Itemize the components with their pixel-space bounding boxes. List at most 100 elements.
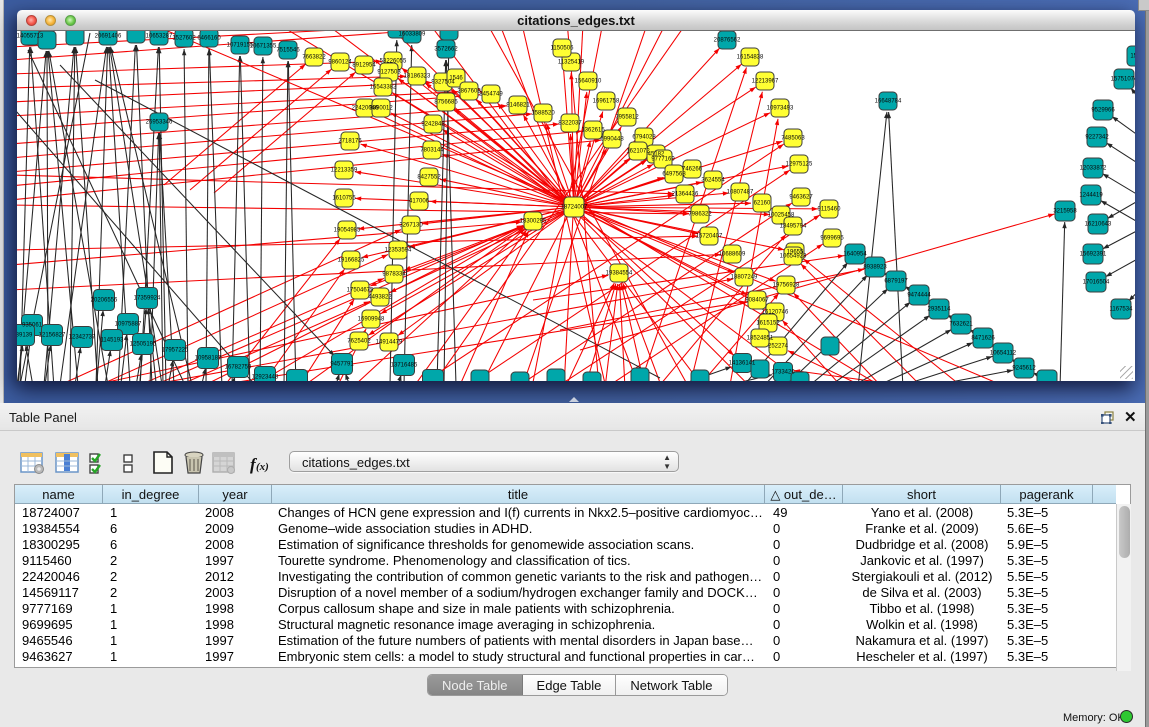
svg-text:10025458: 10025458: [768, 213, 795, 219]
svg-text:4493822: 4493822: [368, 295, 392, 301]
svg-text:1546: 1546: [449, 76, 463, 82]
svg-text:14914479: 14914479: [376, 340, 403, 346]
svg-text:9529966: 9529966: [1091, 108, 1115, 114]
svg-text:3215958: 3215958: [1053, 209, 1077, 215]
svg-text:7803144: 7803144: [420, 148, 444, 154]
svg-text:8454749: 8454749: [479, 92, 503, 98]
svg-text:1733426: 1733426: [771, 370, 795, 376]
svg-text:11325419: 11325419: [558, 60, 585, 66]
svg-text:15720407: 15720407: [696, 234, 723, 240]
svg-text:9457791: 9457791: [330, 362, 354, 368]
svg-text:2867608: 2867608: [457, 89, 481, 95]
svg-text:9115460: 9115460: [818, 207, 842, 213]
svg-text:17957225: 17957225: [162, 348, 189, 354]
svg-text:6990448: 6990448: [600, 137, 624, 143]
svg-text:21364436: 21364436: [672, 192, 699, 198]
svg-text:9127503: 9127503: [377, 70, 401, 76]
svg-text:10654112: 10654112: [990, 351, 1017, 357]
svg-text:1150506: 1150506: [551, 46, 575, 52]
svg-text:10807487: 10807487: [727, 190, 754, 196]
svg-text:8427552: 8427552: [417, 175, 441, 181]
svg-text:7625402: 7625402: [347, 339, 371, 345]
svg-text:10973493: 10973493: [767, 106, 794, 112]
svg-text:16120746: 16120746: [762, 310, 789, 316]
svg-text:1588520: 1588520: [531, 111, 555, 117]
svg-text:15640910: 15640910: [575, 79, 602, 85]
svg-text:3572662: 3572662: [434, 47, 458, 53]
svg-text:746266: 746266: [682, 167, 703, 173]
svg-text:935061: 935061: [22, 323, 43, 329]
svg-text:9860124: 9860124: [328, 60, 352, 66]
svg-text:10654923: 10654923: [780, 254, 807, 260]
svg-text:18186323: 18186323: [404, 74, 431, 80]
svg-text:1615152: 1615152: [756, 321, 780, 327]
svg-text:9699695: 9699695: [820, 236, 844, 242]
svg-text:6794028: 6794028: [632, 135, 656, 141]
svg-text:12156827: 12156827: [39, 333, 66, 339]
svg-text:18524851: 18524851: [747, 336, 774, 342]
svg-text:1362615: 1362615: [581, 128, 605, 134]
svg-text:20691406: 20691406: [95, 34, 122, 40]
svg-text:62160: 62160: [754, 201, 771, 207]
svg-text:26953346: 26953346: [146, 120, 173, 126]
svg-text:8471626: 8471626: [971, 336, 995, 342]
svg-text:20206556: 20206556: [91, 298, 118, 304]
svg-text:14136141: 14136141: [729, 361, 756, 367]
svg-text:14055713: 14055713: [17, 34, 44, 40]
svg-text:1145193: 1145193: [101, 338, 125, 344]
svg-text:252274: 252274: [768, 344, 789, 350]
svg-text:8938923: 8938923: [863, 265, 887, 271]
svg-text:19166825: 19166825: [338, 258, 365, 264]
svg-text:16782759: 16782759: [225, 365, 252, 371]
svg-text:16154838: 16154838: [737, 55, 764, 61]
svg-text:3267130: 3267130: [399, 223, 423, 229]
svg-text:2718176: 2718176: [338, 139, 362, 145]
svg-text:16210643: 16210643: [1085, 222, 1112, 228]
svg-text:17504675: 17504675: [347, 288, 374, 294]
svg-text:8756685: 8756685: [434, 100, 458, 106]
svg-text:13716485: 13716485: [391, 363, 418, 369]
svg-text:10653287: 10653287: [146, 34, 173, 40]
svg-text:16648784: 16648784: [875, 99, 902, 105]
svg-text:20876562: 20876562: [714, 38, 741, 44]
svg-text:12353594: 12353594: [385, 248, 412, 254]
svg-text:19054985: 19054985: [334, 228, 361, 234]
svg-text:18807249: 18807249: [731, 275, 758, 281]
svg-text:6466160: 6466160: [197, 36, 221, 42]
svg-text:9146821: 9146821: [506, 103, 530, 109]
svg-text:12342737: 12342737: [69, 335, 96, 341]
svg-text:9227342: 9227342: [1085, 135, 1109, 141]
svg-text:7955812: 7955812: [615, 115, 639, 121]
svg-text:1527602: 1527602: [172, 36, 196, 42]
svg-text:10671355: 10671355: [250, 44, 277, 50]
svg-text:3624554: 3624554: [701, 178, 725, 184]
svg-text:7485063: 7485063: [781, 136, 805, 142]
svg-text:1244419: 1244419: [1079, 193, 1103, 199]
svg-text:12213359: 12213359: [331, 168, 358, 174]
svg-text:19756928: 19756928: [773, 283, 800, 289]
svg-text:12975125: 12975125: [786, 162, 813, 168]
svg-text:2935114: 2935114: [928, 307, 952, 313]
svg-text:9890012: 9890012: [369, 106, 393, 112]
svg-text:6879197: 6879197: [884, 279, 908, 285]
svg-text:12033872: 12033872: [1080, 166, 1107, 172]
svg-text:7986322: 7986322: [688, 212, 712, 218]
svg-text:9463627: 9463627: [789, 195, 813, 201]
svg-text:17016504: 17016504: [1083, 280, 1110, 286]
svg-text:16543382: 16543382: [370, 85, 397, 91]
svg-text:9084067: 9084067: [745, 298, 769, 304]
svg-text:53226055: 53226055: [380, 59, 407, 65]
svg-text:12213967: 12213967: [752, 79, 779, 85]
svg-text:16033809: 16033809: [399, 32, 426, 38]
svg-text:1640954: 1640954: [843, 252, 867, 258]
svg-text:7663822: 7663822: [302, 55, 326, 61]
svg-text:13495794: 13495794: [780, 224, 807, 230]
svg-text:7515546: 7515546: [276, 48, 300, 54]
svg-text:19384554: 19384554: [606, 271, 633, 277]
svg-text:8322037: 8322037: [558, 121, 582, 127]
svg-text:(x): (x): [256, 461, 269, 473]
svg-text:15692391: 15692391: [1080, 252, 1107, 258]
svg-text:9245612: 9245612: [1012, 366, 1036, 372]
svg-text:15751074: 15751074: [1111, 77, 1135, 83]
svg-text:1167534: 1167534: [1110, 307, 1134, 313]
